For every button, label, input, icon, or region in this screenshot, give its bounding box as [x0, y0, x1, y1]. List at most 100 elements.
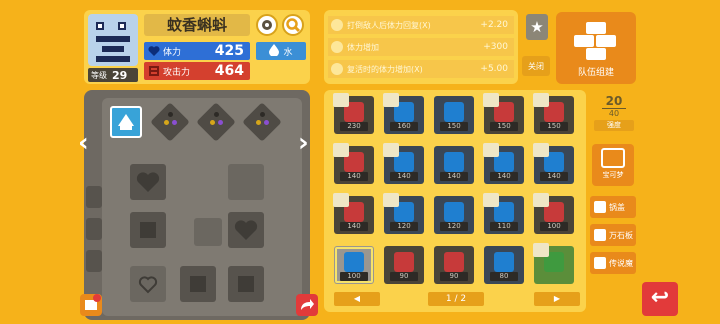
stone-value: 140 [540, 172, 568, 181]
move-gem-slot[interactable] [150, 102, 190, 142]
back-button[interactable]: ↩ [642, 282, 678, 316]
selected-move-slot[interactable] [110, 106, 142, 138]
eye-icon [96, 22, 104, 30]
stone-slot-empty[interactable] [228, 164, 264, 200]
count-max: 40 [602, 108, 626, 118]
stone-tile[interactable]: 80 [484, 246, 524, 284]
stone-tile[interactable]: 120 [434, 196, 474, 234]
stone-slot-attack[interactable] [228, 266, 264, 302]
stone-tile[interactable]: 140 [483, 143, 524, 184]
side-slot [86, 250, 102, 272]
gem-dot [260, 112, 265, 117]
bonus-icon [331, 63, 343, 75]
bonus-row: 打倒敌人后体力回复(X) +2.20 [328, 16, 514, 34]
level-box: 等级 29 [88, 68, 138, 82]
team-edit-button[interactable]: 队伍组建 [556, 12, 636, 84]
stone-value: 80 [490, 272, 518, 281]
swirl-band [96, 56, 130, 62]
stone-slot-heart[interactable] [130, 164, 166, 200]
move-gem-slot[interactable] [196, 102, 236, 142]
stone-slot-heart-small[interactable] [130, 266, 166, 302]
stone-value: 140 [440, 172, 468, 181]
stone-tile[interactable] [533, 243, 574, 284]
eye-icon [118, 22, 126, 30]
gear-icon[interactable] [256, 14, 278, 36]
stone-value: 120 [440, 222, 468, 231]
next-move-arrow[interactable]: › [298, 128, 309, 158]
side-button-label: 锅盖 [609, 202, 625, 212]
stone-tile[interactable]: 100 [334, 246, 374, 284]
gem-dot [264, 120, 269, 125]
strength-button[interactable]: 强度 [594, 120, 634, 131]
stone-gem-icon [444, 152, 464, 172]
stone-slot-heart[interactable] [228, 212, 264, 248]
stone-value: 90 [390, 272, 418, 281]
stone-box-button[interactable]: 宝可梦 [592, 144, 634, 186]
stone-tile[interactable]: 100 [533, 193, 574, 234]
back-arrow-icon: ↩ [650, 285, 670, 310]
gem-dot [172, 120, 177, 125]
bonus-row: 复活时的体力增加(X) +5.00 [328, 60, 514, 78]
stone-gem-icon [444, 202, 464, 222]
stone-info-button[interactable] [80, 294, 102, 316]
pokemon-head-icon [533, 193, 549, 207]
move-gem-slot[interactable] [242, 102, 282, 142]
stone-slot-link[interactable] [194, 218, 222, 246]
prev-page-button[interactable]: ◀ [334, 292, 380, 306]
pot-icon [594, 201, 606, 213]
stone-tile[interactable]: 140 [333, 193, 374, 234]
stone-gem-icon [444, 102, 464, 122]
bonus-label: 打倒敌人后体力回复(X) [347, 20, 431, 30]
stone-value: 90 [440, 272, 468, 281]
tablet-icon [594, 229, 606, 241]
pokemon-head-icon [333, 193, 349, 207]
stone-gem-icon [394, 252, 414, 272]
hp-row: 体力 425 [144, 42, 250, 60]
bonus-row: 体力增加 +300 [328, 38, 514, 56]
stone-tile[interactable]: 230 [333, 93, 374, 134]
next-page-button[interactable]: ▶ [534, 292, 580, 306]
stone-value: 160 [390, 122, 418, 131]
stone-tile[interactable]: 120 [383, 193, 424, 234]
stone-tile[interactable]: 140 [383, 143, 424, 184]
gem-dot [168, 112, 173, 117]
stone-tile[interactable]: 140 [533, 143, 574, 184]
gem-dot [256, 120, 261, 125]
stone-tile[interactable]: 140 [333, 143, 374, 184]
pokemon-head-icon [483, 93, 499, 107]
stone-slot-attack[interactable] [180, 266, 216, 302]
pokemon-head-icon [383, 93, 399, 107]
pokemon-head-icon [533, 93, 549, 107]
pokemon-portrait[interactable] [88, 14, 138, 66]
bonus-label: 体力增加 [347, 42, 379, 52]
search-icon[interactable] [282, 14, 304, 36]
stone-tile[interactable]: 90 [434, 246, 474, 284]
stone-tile[interactable]: 150 [483, 93, 524, 134]
gem-dot [210, 120, 215, 125]
stone-tile[interactable]: 110 [483, 193, 524, 234]
stone-tile[interactable]: 150 [533, 93, 574, 134]
stone-value: 100 [340, 272, 368, 281]
pokemon-head-icon [383, 143, 399, 157]
stone-value: 140 [340, 172, 368, 181]
bonus-panel: 打倒敌人后体力回复(X) +2.20 体力增加 +300 复活时的体力增加(X)… [324, 10, 518, 84]
side-slot [86, 186, 102, 208]
gem-dot [214, 112, 219, 117]
box-icon [601, 148, 625, 168]
side-button[interactable]: 传说魔 [590, 252, 636, 274]
stone-tile[interactable]: 140 [434, 146, 474, 184]
prev-move-arrow[interactable]: ‹ [78, 128, 89, 158]
side-button[interactable]: 万石板 [590, 224, 636, 246]
stone-gem-icon [444, 252, 464, 272]
stone-slot-attack[interactable] [130, 212, 166, 248]
bonus-icon [331, 19, 343, 31]
hp-label: 体力 [163, 47, 182, 58]
attack-icon [148, 65, 160, 77]
stone-tile[interactable]: 160 [383, 93, 424, 134]
close-button[interactable]: 关闭 [522, 56, 550, 76]
side-button[interactable]: 锅盖 [590, 196, 636, 218]
favorite-star-button[interactable]: ★ [526, 14, 548, 40]
share-button[interactable] [296, 294, 318, 316]
stone-tile[interactable]: 90 [384, 246, 424, 284]
stone-tile[interactable]: 150 [434, 96, 474, 134]
